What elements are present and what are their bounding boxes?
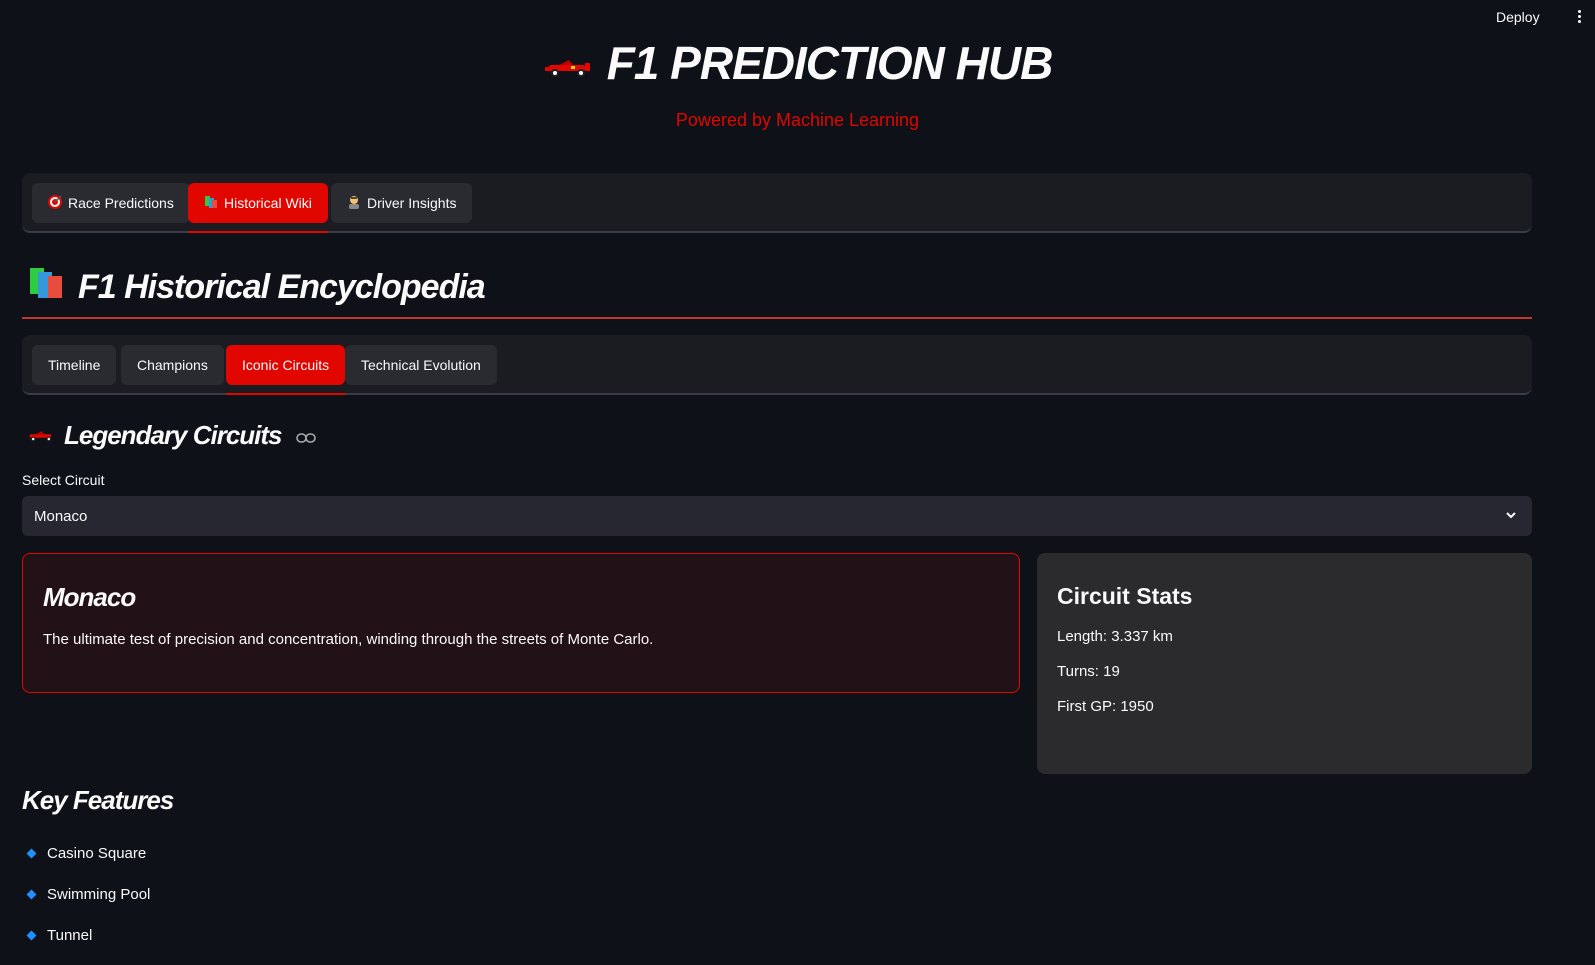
books-icon — [204, 195, 218, 212]
app-title-text: F1 PREDICTION HUB — [606, 37, 1054, 89]
circuit-length: Length: 3.337 km — [1057, 628, 1173, 645]
tab-label: Driver Insights — [367, 195, 457, 211]
circuit-select[interactable]: Monaco — [22, 496, 1532, 536]
tab-historical-wiki[interactable]: Historical Wiki — [188, 183, 328, 233]
deploy-button[interactable]: Deploy — [1496, 9, 1540, 25]
tab-label: Iconic Circuits — [242, 357, 330, 373]
tab-label: Timeline — [48, 357, 101, 373]
tab-driver-insights[interactable]: Driver Insights — [331, 183, 473, 223]
key-features-list: Casino Square Swimming Pool Tunnel — [26, 833, 151, 956]
top-toolbar: Deploy — [0, 0, 1595, 34]
active-tab-indicator — [188, 231, 328, 233]
tab-race-predictions[interactable]: Race Predictions — [32, 183, 190, 223]
circuit-select-value: Monaco — [34, 507, 88, 525]
tab-timeline[interactable]: Timeline — [32, 345, 117, 385]
key-features-heading: Key Features — [22, 785, 174, 815]
circuit-name: Monaco — [43, 582, 136, 612]
circuit-info-card: Monaco The ultimate test of precision an… — [22, 553, 1020, 693]
active-tab-indicator — [226, 393, 346, 395]
circuit-turns: Turns: 19 — [1057, 663, 1120, 680]
driver-icon — [347, 195, 361, 212]
feature-label: Casino Square — [47, 845, 147, 862]
app-title: F1 PREDICTION HUB — [543, 36, 1053, 90]
encyclopedia-title: F1 Historical Encyclopedia — [78, 268, 486, 306]
anchor-link-icon[interactable] — [295, 420, 316, 451]
legendary-circuits-heading: Legendary Circuits — [26, 420, 316, 451]
legendary-circuits-title: Legendary Circuits — [64, 420, 283, 450]
list-item: Tunnel — [26, 915, 150, 956]
encyclopedia-heading: F1 Historical Encyclopedia — [28, 266, 486, 309]
encyclopedia-tab-bar: Timeline Champions Iconic Circuits Techn… — [22, 335, 1532, 395]
target-icon — [48, 194, 62, 212]
list-item: Casino Square — [26, 833, 150, 874]
circuit-first-gp: First GP: 1950 — [1057, 698, 1154, 715]
tab-iconic-circuits[interactable]: Iconic Circuits — [226, 345, 346, 395]
circuit-stats-title: Circuit Stats — [1057, 583, 1193, 609]
heading-divider — [22, 317, 1532, 319]
diamond-bullet-icon — [26, 930, 37, 941]
main-menu-icon[interactable] — [1574, 10, 1584, 26]
circuit-stats-card: Circuit Stats Length: 3.337 km Turns: 19… — [1037, 553, 1532, 774]
list-item: Swimming Pool — [26, 874, 151, 915]
select-circuit-label: Select Circuit — [22, 472, 105, 488]
racing-car-icon — [26, 420, 56, 451]
app-subtitle: Powered by Machine Learning — [675, 110, 920, 130]
diamond-bullet-icon — [26, 889, 37, 900]
tab-label: Champions — [137, 357, 208, 373]
main-tab-bar: Race Predictions Historical Wiki Driver … — [22, 173, 1532, 233]
diamond-bullet-icon — [26, 848, 37, 859]
hero-header: F1 PREDICTION HUB Powered by Machine Lea… — [0, 36, 1595, 131]
tab-label: Technical Evolution — [361, 357, 481, 373]
tab-label: Historical Wiki — [224, 195, 312, 211]
tab-champions[interactable]: Champions — [121, 345, 224, 385]
chevron-down-icon — [1504, 508, 1518, 526]
racing-car-icon — [543, 36, 593, 90]
feature-label: Swimming Pool — [47, 886, 151, 903]
books-icon — [28, 266, 66, 309]
tab-label: Race Predictions — [68, 195, 174, 211]
circuit-description: The ultimate test of precision and conce… — [43, 631, 654, 648]
tab-technical-evolution[interactable]: Technical Evolution — [345, 345, 497, 385]
feature-label: Tunnel — [47, 927, 93, 944]
